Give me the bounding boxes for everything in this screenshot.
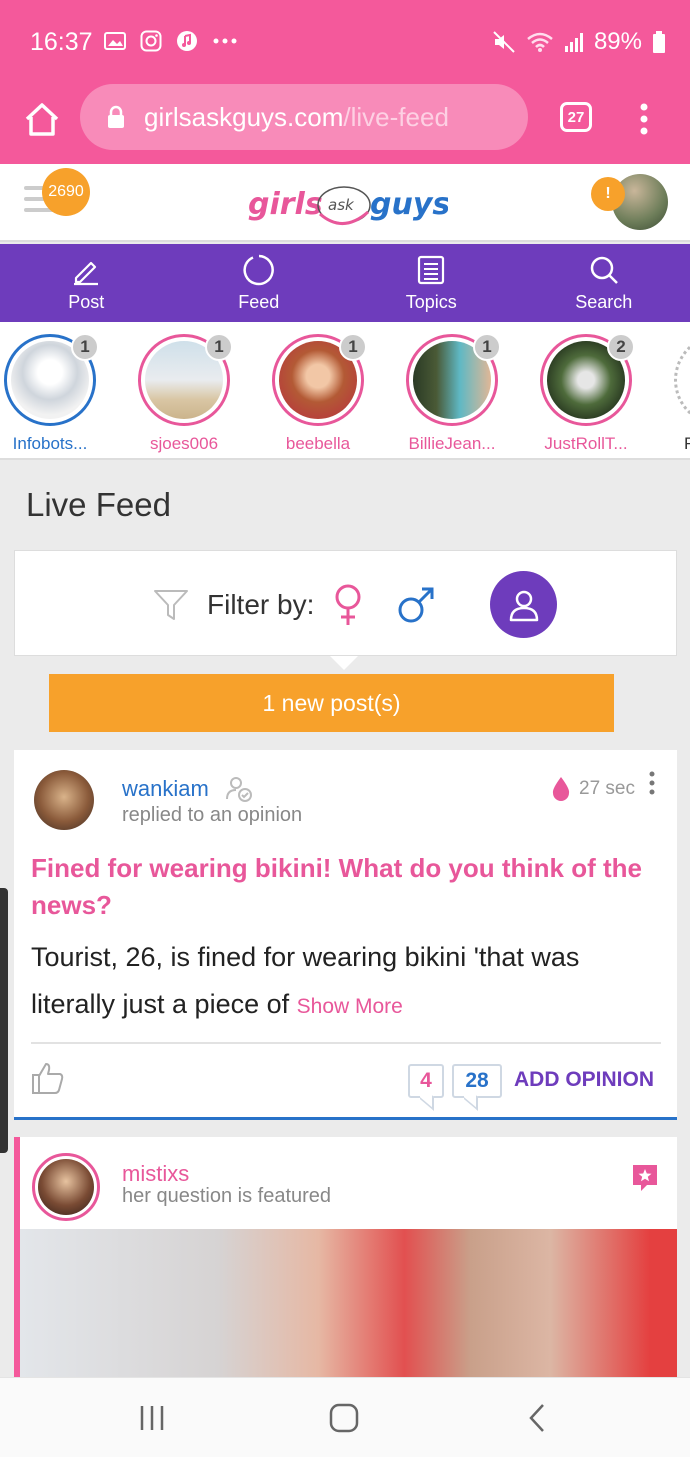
story-name: Infobots... (12, 434, 88, 453)
stories-strip: 1 Infobots... 1 sjoes006 1 beebella 1 Bi… (0, 322, 690, 460)
guys-opinion-count[interactable]: 28 (452, 1064, 502, 1098)
battery-percent: 89% (593, 28, 642, 55)
instagram-icon (140, 30, 162, 52)
browser-menu-icon[interactable] (634, 102, 654, 136)
filter-bar: Filter by: (14, 550, 677, 656)
nav-search-label: Search (575, 291, 633, 312)
story-name: sjoes006 (149, 434, 219, 453)
feed-card: mistixs her question is featured (14, 1137, 677, 1387)
filter-pointer (330, 656, 358, 670)
pencil-icon (74, 261, 99, 285)
page-title: Live Feed (26, 486, 171, 523)
feed-card: wankiam replied to an opinion 27 sec Fin… (14, 750, 677, 1120)
site-header: 2690 girls ask guys ! (0, 164, 690, 242)
status-bar: 16:37 89% (0, 0, 690, 84)
avatar[interactable] (34, 770, 94, 830)
story-name: JustRollT... (544, 434, 628, 453)
nav-post-label: Post (68, 291, 105, 312)
girls-opinion-count[interactable]: 4 (408, 1064, 444, 1098)
story-item[interactable]: 1 sjoes006 (124, 333, 244, 454)
featured-star-icon (633, 1165, 657, 1191)
story-count: 1 (339, 333, 367, 361)
music-icon (177, 31, 197, 51)
lock-icon (108, 105, 124, 128)
back-icon[interactable] (522, 1402, 554, 1434)
site-logo[interactable]: girls ask guys (248, 174, 448, 234)
story-count: 2 (607, 333, 635, 361)
svg-text:guys: guys (370, 187, 448, 222)
url-bar[interactable]: girlsaskguys.com/live-feed (80, 84, 528, 150)
story-item[interactable]: F (660, 334, 690, 454)
story-count: 1 (473, 333, 501, 361)
post-action: her question is featured (122, 1185, 332, 1207)
female-filter-icon[interactable] (332, 583, 364, 627)
battery-icon (653, 31, 665, 53)
nav-post[interactable]: Post (0, 244, 173, 322)
search-icon (590, 256, 618, 284)
story-item[interactable]: 1 Infobots... (0, 333, 110, 454)
android-nav-bar (0, 1377, 690, 1457)
nav-topics[interactable]: Topics (345, 244, 518, 322)
tab-switcher-button[interactable]: 27 (560, 102, 592, 132)
avatar[interactable] (32, 1153, 100, 1221)
post-username[interactable]: mistixs (122, 1161, 189, 1187)
filter-label: Filter by: (207, 588, 315, 620)
new-posts-banner[interactable]: 1 new post(s) (49, 674, 614, 732)
topics-list-icon (418, 255, 445, 284)
circle-feed-icon (243, 254, 274, 285)
show-more-link[interactable]: Show More (297, 995, 403, 1018)
post-image[interactable] (20, 1229, 677, 1387)
story-count: 1 (71, 333, 99, 361)
wifi-icon (527, 32, 553, 52)
svg-text:girls: girls (248, 187, 323, 222)
more-dots-icon (213, 38, 237, 44)
notification-badge[interactable]: 2690 (42, 168, 90, 216)
nav-topics-label: Topics (405, 291, 457, 312)
more-options-icon[interactable] (647, 770, 657, 796)
home-icon[interactable] (22, 100, 62, 140)
post-username[interactable]: wankiam (122, 776, 209, 802)
main-nav: Post Feed Topics Search (0, 244, 690, 322)
gallery-icon (104, 32, 126, 50)
nav-feed-label: Feed (238, 291, 280, 312)
story-name: beebella (285, 434, 351, 453)
recent-apps-icon[interactable] (136, 1402, 168, 1434)
nav-feed[interactable]: Feed (173, 244, 346, 322)
divider (31, 1042, 661, 1044)
profile-alert-badge[interactable]: ! (591, 177, 625, 211)
thumbs-up-icon[interactable] (30, 1060, 66, 1096)
svg-text:ask: ask (328, 196, 355, 214)
url-host: girlsaskguys.com (144, 101, 344, 132)
status-time: 16:37 (30, 28, 93, 56)
nav-search[interactable]: Search (518, 244, 690, 322)
story-name: F (660, 434, 690, 454)
post-time: 27 sec (579, 778, 635, 799)
story-item[interactable]: 2 JustRollT... (526, 333, 646, 454)
signal-icon (564, 33, 583, 52)
add-opinion-button[interactable]: ADD OPINION (514, 1068, 654, 1092)
user-icon (509, 590, 539, 621)
story-item[interactable]: 1 BillieJean... (392, 333, 512, 454)
url-path: /live-feed (343, 101, 449, 132)
post-action: replied to an opinion (122, 804, 303, 826)
story-item[interactable]: 1 beebella (258, 333, 378, 454)
story-count: 1 (205, 333, 233, 361)
browser-toolbar: girlsaskguys.com/live-feed 27 (0, 84, 690, 164)
post-title[interactable]: Fined for wearing bikini! What do you th… (31, 850, 661, 924)
funnel-icon (154, 589, 188, 620)
all-users-filter-button[interactable] (490, 571, 558, 638)
mute-icon (493, 31, 515, 53)
home-nav-icon[interactable] (328, 1402, 360, 1434)
edge-panel-handle[interactable] (0, 888, 8, 1153)
male-filter-icon[interactable] (396, 585, 436, 625)
hot-drop-icon (552, 777, 570, 801)
story-name: BillieJean... (408, 434, 496, 453)
verified-user-icon (226, 777, 252, 802)
